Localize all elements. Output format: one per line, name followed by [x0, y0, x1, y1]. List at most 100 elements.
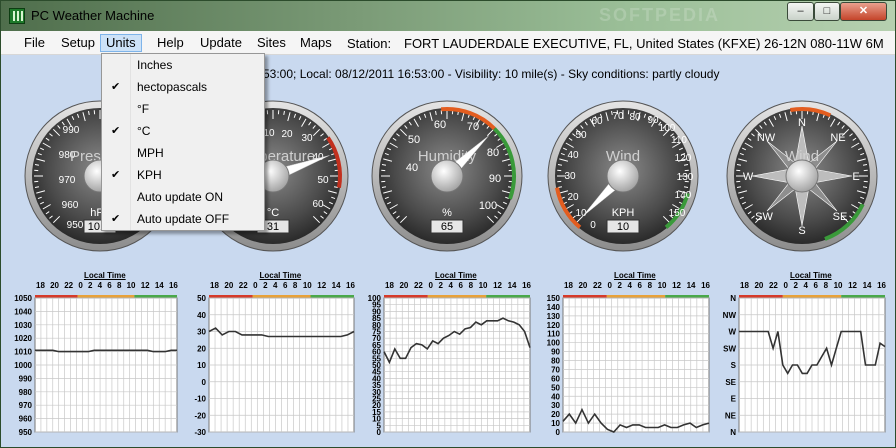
compass-label: SW	[755, 211, 773, 223]
tick-mark	[88, 110, 90, 116]
compass-label: NE	[830, 132, 845, 144]
gauge-tick-label: 30	[564, 171, 576, 182]
tick-mark	[736, 186, 742, 188]
temperature-unit: °C	[267, 207, 279, 219]
hour-label: 8	[823, 281, 829, 290]
gauge-tick-label: 50	[408, 134, 420, 146]
humidity-unit: %	[442, 207, 452, 219]
gauge-tick-label: 80	[487, 147, 499, 159]
units-item-mph[interactable]: MPH	[104, 143, 262, 164]
gauge-tick-label: 50	[317, 175, 329, 186]
compass-label: E	[852, 171, 859, 183]
compass-label: W	[743, 171, 754, 183]
gauge-tick-label: 950	[67, 220, 84, 231]
gauge-tick-label: 40	[567, 150, 579, 161]
tick-mark	[736, 164, 742, 166]
y-axis-label: S	[731, 361, 737, 370]
gauge-tick-label: 10	[263, 128, 275, 139]
gauge-tick-label: 50	[575, 130, 587, 141]
gauge-tick-label: 120	[675, 153, 692, 164]
humidity-value: 65	[441, 221, 453, 233]
units-item-auto-update-off[interactable]: ✔ Auto update OFF	[104, 209, 262, 230]
check-icon: ✔	[111, 169, 121, 181]
units-item-auto-update-on[interactable]: Auto update ON	[104, 187, 262, 208]
hour-label: 0	[783, 281, 788, 290]
humidity-gauge: 405060 708090100Humidity%65	[371, 100, 523, 252]
y-axis-label: SE	[725, 378, 736, 387]
compass-label: S	[798, 225, 805, 237]
gauge-tick-label: 990	[63, 125, 80, 136]
units-item-kph[interactable]: ✔ KPH	[104, 165, 262, 186]
units-item-celsius[interactable]: ✔ °C	[104, 121, 262, 142]
gauge-tick-label: 60	[312, 199, 324, 210]
y-axis-label: NE	[725, 411, 737, 420]
wind-unit: KPH	[612, 207, 635, 219]
gauge-tick-label: 110	[671, 135, 687, 146]
gauge-tick-label: 30	[301, 133, 313, 144]
hour-label: 20	[754, 281, 764, 290]
tick-mark	[34, 186, 40, 188]
hour-label: 18	[740, 281, 749, 290]
compass-label: NW	[757, 132, 776, 144]
tick-mark	[862, 186, 868, 188]
needle-hub	[606, 159, 640, 193]
hour-label: 16	[877, 281, 886, 290]
gauge-tick-label: 70	[467, 121, 479, 133]
tick-mark	[381, 164, 387, 166]
gauge-tick-label: 20	[567, 192, 579, 203]
tick-mark	[435, 110, 437, 116]
y-axis-label: SW	[723, 344, 736, 353]
tick-mark	[862, 164, 868, 166]
app-window: PC Weather Machine SOFTPEDIA – □ ✕ File …	[0, 0, 896, 448]
compass-label: N	[798, 117, 806, 129]
gauge-tick-label: 970	[59, 175, 76, 186]
units-dropdown: Inches ✔ hectopascals °F ✔ °C MPH ✔ KPH Aut…	[101, 53, 265, 231]
y-axis-label: E	[731, 395, 737, 404]
gauge-tick-label: 90	[489, 173, 501, 185]
direction-graph: Local Time 18 20 22 0 2 4 6 8 10 12 14 16 N NW W SW S SE E N…	[1, 265, 895, 447]
units-item-hectopascals[interactable]: ✔ hectopascals	[104, 77, 262, 98]
local-time-title: Local Time	[790, 271, 832, 280]
gauge-tick-label: 150	[669, 208, 686, 219]
gauge-tick-label: 60	[434, 119, 446, 131]
graph-plot: N NW W SW S SE E NE N	[723, 294, 886, 437]
check-icon: ✔	[111, 125, 121, 137]
gauge-tick-label: 130	[677, 172, 694, 183]
tick-mark	[557, 164, 563, 166]
hour-label: 14	[862, 281, 872, 290]
hour-labels: 18 20 22 0 2 4 6 8 10 12 14 16	[740, 281, 886, 290]
hour-label: 22	[768, 281, 778, 290]
hour-label: 12	[848, 281, 857, 290]
hour-label: 2	[793, 281, 798, 290]
gauge-tick-label: 70	[612, 111, 624, 122]
gauge-tick-label: 40	[406, 162, 418, 174]
y-axis-label: N	[730, 294, 736, 303]
gauge-tick-label: 0	[590, 220, 596, 231]
hour-label: 4	[803, 281, 808, 290]
y-axis-label: N	[730, 428, 736, 437]
needle-hub	[430, 159, 464, 193]
units-item-fahrenheit[interactable]: °F	[104, 99, 262, 120]
temperature-value: 31	[267, 221, 279, 233]
gauge-tick-label: 140	[675, 190, 692, 201]
compass-label: SE	[833, 211, 848, 223]
y-axis-label: NW	[723, 311, 737, 320]
gauge-tick-label: 100	[659, 123, 676, 134]
tick-mark	[683, 164, 689, 166]
gauge-tick-label: 20	[281, 129, 293, 140]
tick-mark	[34, 164, 40, 166]
y-axis-label: W	[728, 328, 736, 337]
needle-hub	[785, 159, 819, 193]
wind-value: 10	[617, 221, 629, 233]
wind-speed-gauge: 405060 70 80 901001101201301401503020100Win…	[547, 100, 699, 252]
gauge-tick-label: 960	[62, 200, 79, 211]
gauge-tick-label: 90	[647, 115, 659, 126]
check-icon: ✔	[111, 213, 121, 225]
gauge-tick-label: 60	[591, 116, 603, 127]
units-item-inches[interactable]: Inches	[104, 55, 262, 76]
gauge-tick-label: 80	[629, 112, 641, 123]
hour-label: 6	[813, 281, 818, 290]
tick-mark	[283, 110, 285, 116]
check-icon: ✔	[111, 81, 121, 93]
wind-direction-gauge: NNW NEW ESW SESWind	[726, 100, 878, 252]
